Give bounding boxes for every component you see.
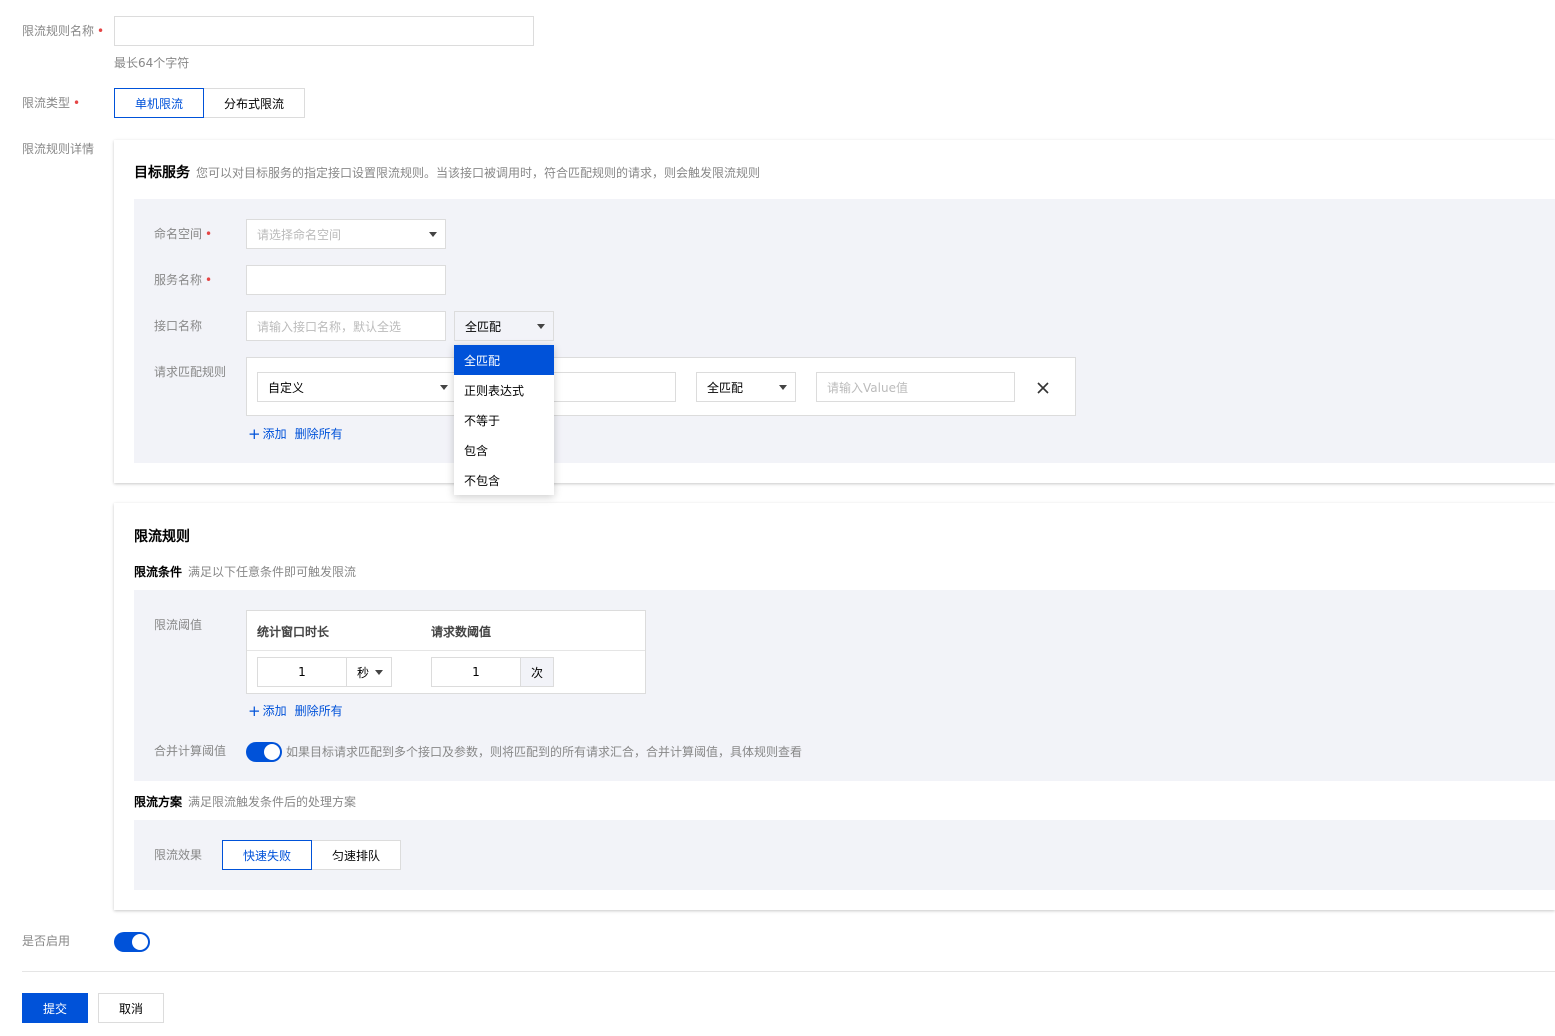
limit-condition-desc: 满足以下任意条件即可触发限流: [188, 565, 357, 579]
effect-option-fail-fast[interactable]: 快速失败: [222, 840, 312, 870]
submit-button[interactable]: 提交: [22, 993, 88, 1023]
merge-label: 合并计算阈值: [154, 744, 227, 758]
footer-divider: [22, 971, 1555, 972]
enabled-label: 是否启用: [22, 934, 71, 948]
match-option-regex[interactable]: 正则表达式: [454, 375, 554, 405]
rule-name-input[interactable]: [114, 16, 534, 46]
interface-label: 接口名称: [154, 319, 203, 333]
interface-name-input[interactable]: 请输入接口名称，默认全选: [246, 311, 446, 341]
merge-desc: 如果目标请求匹配到多个接口及参数，则将匹配到的所有请求汇合，合并计算阈值，具体规…: [286, 745, 803, 759]
effect-label: 限流效果: [154, 848, 203, 862]
chevron-down-icon: [375, 670, 383, 675]
limit-plan-title: 限流方案: [134, 795, 183, 809]
count-value-input[interactable]: 1: [431, 657, 521, 687]
interface-match-select[interactable]: 全匹配: [454, 311, 554, 341]
col-window-header: 统计窗口时长: [257, 625, 330, 639]
toggle-knob: [132, 934, 148, 950]
target-service-desc: 您可以对目标服务的指定接口设置限流规则。当该接口被调用时，符合匹配规则的请求，则…: [196, 166, 761, 180]
limit-plan-header: 限流方案 满足限流触发条件后的处理方案: [134, 793, 356, 810]
type-option-standalone[interactable]: 单机限流: [114, 88, 204, 118]
limit-plan-desc: 满足限流触发条件后的处理方案: [188, 795, 357, 809]
rule-name-hint: 最长64个字符: [114, 56, 190, 70]
window-value-input[interactable]: 1: [257, 657, 347, 687]
col-count-header: 请求数阈值: [431, 625, 492, 639]
plus-icon: +: [248, 701, 261, 720]
rule-source-select[interactable]: 自定义: [257, 372, 457, 402]
limit-delete-all-link[interactable]: 删除所有: [295, 702, 343, 719]
merge-toggle[interactable]: [246, 742, 282, 762]
namespace-select[interactable]: 请选择命名空间: [246, 219, 446, 249]
rule-match-select[interactable]: 全匹配: [696, 372, 796, 402]
plus-icon: +: [248, 424, 261, 443]
request-rule-label: 请求匹配规则: [154, 365, 227, 379]
match-type-dropdown: 全匹配 正则表达式 不等于 包含 不包含: [454, 345, 554, 495]
rule-value-input[interactable]: 请输入Value值: [816, 372, 1015, 402]
detail-label: 限流规则详情: [22, 142, 95, 156]
limit-add-actions: + 添加 删除所有: [248, 702, 343, 719]
service-label: 服务名称 •: [154, 273, 213, 287]
target-service-header: 目标服务 您可以对目标服务的指定接口设置限流规则。当该接口被调用时，符合匹配规则的…: [134, 162, 760, 182]
required-mark: •: [205, 273, 213, 287]
limit-add-link[interactable]: 添加: [263, 702, 287, 719]
rule-name-label: 限流规则名称 •: [22, 24, 105, 38]
target-delete-all-link[interactable]: 删除所有: [295, 425, 343, 442]
type-option-distributed[interactable]: 分布式限流: [204, 88, 305, 118]
close-icon[interactable]: [1034, 379, 1052, 397]
chevron-down-icon: [440, 385, 448, 390]
target-add-actions: + 添加 删除所有: [248, 425, 343, 442]
target-add-link[interactable]: 添加: [263, 425, 287, 442]
type-segmented: 单机限流 分布式限流: [114, 88, 305, 118]
effect-segmented: 快速失败 匀速排队: [222, 840, 401, 870]
count-unit-addon: 次: [520, 657, 554, 687]
cancel-button[interactable]: 取消: [98, 993, 164, 1023]
chevron-down-icon: [779, 385, 787, 390]
window-unit-select[interactable]: 秒: [346, 657, 392, 687]
required-mark: •: [97, 24, 105, 38]
type-label: 限流类型 •: [22, 96, 81, 110]
limit-rule-title: 限流规则: [134, 529, 190, 545]
threshold-label: 限流阈值: [154, 618, 203, 632]
required-mark: •: [73, 96, 81, 110]
namespace-label: 命名空间 •: [154, 227, 213, 241]
chevron-down-icon: [537, 324, 545, 329]
match-option-contains[interactable]: 包含: [454, 435, 554, 465]
table-divider: [247, 650, 645, 651]
target-service-title: 目标服务: [134, 165, 190, 181]
limit-condition-title: 限流条件: [134, 565, 183, 579]
effect-option-queue[interactable]: 匀速排队: [312, 840, 401, 870]
chevron-down-icon: [429, 232, 437, 237]
service-name-input[interactable]: [246, 265, 446, 295]
enabled-toggle[interactable]: [114, 932, 150, 952]
toggle-knob: [264, 744, 280, 760]
match-option-exact[interactable]: 全匹配: [454, 345, 554, 375]
match-option-not-contains[interactable]: 不包含: [454, 465, 554, 495]
limit-condition-header: 限流条件 满足以下任意条件即可触发限流: [134, 563, 356, 580]
required-mark: •: [205, 227, 213, 241]
match-option-not-equal[interactable]: 不等于: [454, 405, 554, 435]
